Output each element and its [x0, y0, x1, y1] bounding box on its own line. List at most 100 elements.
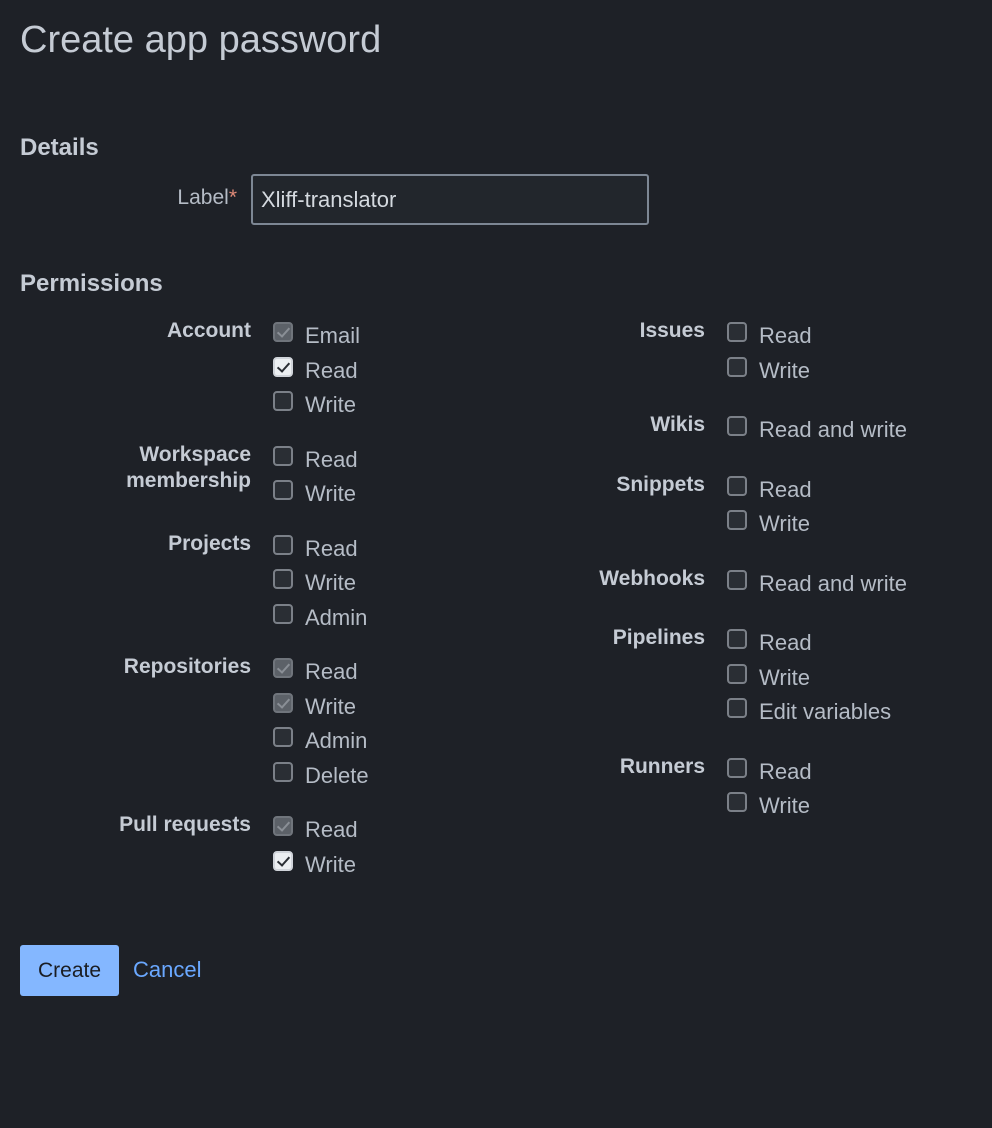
permission-option-label: Admin — [305, 604, 368, 630]
checkbox-projects-admin[interactable] — [273, 603, 293, 624]
permission-option-label: Email — [305, 323, 361, 348]
page-title: Create app password — [20, 19, 382, 61]
checkbox-pipelines-write[interactable] — [727, 663, 747, 684]
permission-option-label: Read — [305, 535, 358, 561]
checkbox-repositories-write — [273, 692, 293, 713]
permission-option-repositories-delete[interactable]: Delete — [273, 755, 369, 790]
checkbox-pipelines-edit-variables[interactable] — [727, 698, 747, 718]
permission-option-runners-read[interactable]: Read — [727, 751, 812, 786]
permission-option-label: Read — [305, 446, 358, 472]
permission-option-pipelines-write[interactable]: Write — [727, 657, 891, 692]
permission-group-label: Issues — [639, 319, 705, 342]
permission-option-label: Read — [759, 630, 812, 655]
permission-group-repositories: Repositories Read Write Admin Delete — [0, 651, 369, 789]
permission-group-label: Snippets — [616, 472, 705, 496]
checkbox-pull-requests-write[interactable] — [273, 850, 293, 871]
checkbox-account-write[interactable] — [273, 391, 293, 411]
checkbox-issues-read[interactable] — [727, 322, 747, 342]
permission-option-label: Delete — [305, 762, 369, 788]
details-heading: Details — [20, 134, 99, 161]
create-button[interactable]: Create — [20, 945, 119, 996]
permission-option-pipelines-read[interactable]: Read — [727, 622, 891, 657]
permission-option-snippets-write[interactable]: Write — [727, 503, 812, 538]
permission-option-runners-write[interactable]: Write — [727, 785, 812, 820]
permission-option-label: Write — [759, 793, 810, 818]
permissions-heading: Permissions — [20, 270, 163, 297]
permission-option-account-read[interactable]: Read — [273, 350, 360, 385]
checkbox-workspace-membership-write[interactable] — [273, 480, 293, 500]
permission-group-account: Account Email Read Write — [0, 315, 369, 419]
permission-option-label: Write — [305, 481, 356, 506]
permission-option-label: Write — [759, 357, 810, 383]
label-field-label: Label* — [177, 186, 237, 209]
permission-option-label: Write — [305, 392, 356, 417]
checkbox-repositories-admin[interactable] — [273, 727, 293, 747]
checkbox-snippets-read[interactable] — [727, 475, 747, 496]
permission-option-label: Read — [759, 476, 812, 502]
checkbox-pipelines-read[interactable] — [727, 629, 747, 649]
permission-group-label: Wikis — [650, 413, 705, 436]
permission-option-wikis-read-and-write[interactable]: Read and write — [727, 409, 907, 444]
checkbox-account-email — [273, 322, 293, 342]
checkbox-runners-read[interactable] — [727, 757, 747, 778]
permission-option-projects-admin[interactable]: Admin — [273, 597, 367, 632]
permission-option-webhooks-read-and-write[interactable]: Read and write — [727, 563, 907, 598]
checkbox-repositories-delete[interactable] — [273, 761, 293, 782]
checkbox-wikis-read-and-write[interactable] — [727, 416, 747, 436]
permission-option-label: Write — [759, 511, 810, 536]
permissions-right-column: Issues Read Write Wikis Read and write Snippe… — [454, 315, 907, 845]
permission-option-repositories-admin[interactable]: Admin — [273, 720, 369, 755]
permission-option-repositories-write: Write — [273, 686, 369, 721]
permission-group-label: Runners — [619, 754, 705, 778]
permission-option-pipelines-edit-variables[interactable]: Edit variables — [727, 691, 891, 726]
checkbox-workspace-membership-read[interactable] — [273, 445, 293, 466]
permission-option-snippets-read[interactable]: Read — [727, 469, 812, 504]
checkbox-projects-read[interactable] — [273, 534, 293, 555]
permission-option-pull-requests-read: Read — [273, 809, 358, 844]
permission-option-label: Read — [759, 323, 812, 348]
cancel-link[interactable]: Cancel — [133, 957, 201, 983]
permission-group-wikis: Wikis Read and write — [454, 409, 907, 444]
permission-group-label: Webhooks — [599, 566, 705, 590]
permission-option-projects-read[interactable]: Read — [273, 528, 367, 563]
permission-option-label: Read — [759, 758, 812, 784]
checkbox-webhooks-read-and-write[interactable] — [727, 569, 747, 590]
required-marker: * — [228, 186, 237, 209]
checkbox-pull-requests-read — [273, 816, 293, 836]
permission-option-label: Read — [305, 817, 358, 842]
permission-option-label: Read and write — [759, 417, 907, 442]
permission-option-label: Read — [305, 357, 358, 383]
permission-group-label: Workspace membership — [126, 442, 251, 492]
permission-group-runners: Runners Read Write — [454, 751, 907, 820]
permission-option-account-write[interactable]: Write — [273, 384, 360, 419]
checkbox-repositories-read — [273, 658, 293, 678]
permission-option-projects-write[interactable]: Write — [273, 562, 367, 597]
permission-group-snippets: Snippets Read Write — [454, 469, 907, 538]
permission-group-label: Projects — [168, 531, 251, 555]
checkbox-account-read[interactable] — [273, 356, 293, 377]
permission-option-label: Read — [305, 659, 358, 684]
permission-group-label: Repositories — [123, 655, 251, 678]
permission-option-account-email: Email — [273, 315, 360, 350]
permission-option-pull-requests-write[interactable]: Write — [273, 844, 358, 879]
permission-group-issues: Issues Read Write — [454, 315, 907, 384]
checkbox-projects-write[interactable] — [273, 569, 293, 589]
permission-group-pipelines: Pipelines Read Write Edit variables — [454, 622, 907, 726]
permission-group-projects: Projects Read Write Admin — [0, 528, 369, 632]
permission-option-label: Write — [759, 664, 810, 690]
permission-group-workspace-membership: Workspace membership Read Write — [0, 439, 369, 508]
permission-option-label: Read and write — [759, 570, 907, 596]
permission-option-workspace-membership-read[interactable]: Read — [273, 439, 358, 474]
permission-option-label: Admin — [305, 728, 368, 753]
label-input[interactable] — [251, 174, 649, 225]
permission-option-workspace-membership-write[interactable]: Write — [273, 473, 358, 508]
permission-group-label: Account — [167, 319, 251, 342]
checkbox-issues-write[interactable] — [727, 356, 747, 377]
permission-group-label: Pipelines — [612, 626, 705, 649]
permission-option-issues-read[interactable]: Read — [727, 315, 812, 350]
checkbox-runners-write[interactable] — [727, 792, 747, 812]
permission-option-label: Write — [305, 851, 356, 877]
permission-group-label: Pull requests — [119, 813, 251, 836]
permission-option-issues-write[interactable]: Write — [727, 350, 812, 385]
checkbox-snippets-write[interactable] — [727, 510, 747, 530]
